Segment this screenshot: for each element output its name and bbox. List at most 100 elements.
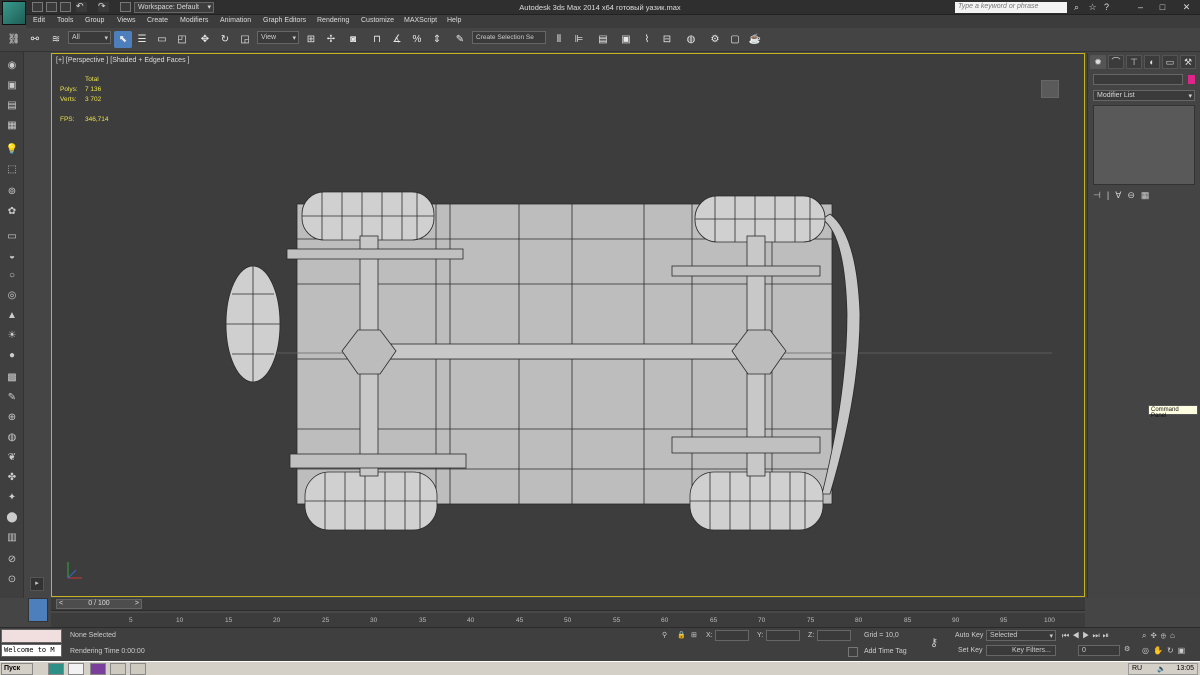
speaker-icon[interactable]: 🔈: [1157, 665, 1166, 673]
menu-create[interactable]: Create: [147, 17, 168, 24]
3dsmax-task-icon[interactable]: [48, 663, 64, 675]
rect-selection-icon[interactable]: ▭: [153, 31, 171, 48]
select-manipulate-icon[interactable]: ✢: [322, 31, 340, 48]
render-setup-icon[interactable]: ⚙: [706, 31, 724, 48]
menu-graph-editors[interactable]: Graph Editors: [263, 17, 306, 24]
binoculars-icon[interactable]: ⌕: [1070, 2, 1083, 13]
undo-icon[interactable]: ↶: [76, 2, 87, 12]
object-color-swatch[interactable]: [1187, 74, 1196, 85]
mirror-icon[interactable]: ⫴: [550, 31, 568, 48]
geosphere-icon[interactable]: ●: [4, 348, 20, 363]
cone-icon[interactable]: ◒: [4, 249, 20, 264]
sun-icon[interactable]: ☀: [4, 328, 20, 343]
pivot-center-icon[interactable]: ⊞: [302, 31, 320, 48]
toolbar-icon-24[interactable]: ▥: [4, 530, 20, 545]
track-bar[interactable]: 5 10 15 20 25 30 35 40 45 50 55 60 65 70…: [51, 610, 1085, 627]
menu-tools[interactable]: Tools: [57, 17, 73, 24]
key-icon[interactable]: ⚷: [930, 636, 938, 649]
make-unique-icon[interactable]: ∀: [1115, 190, 1121, 204]
toolbar-icon-1[interactable]: ◉: [4, 58, 20, 73]
align-icon[interactable]: ⊫: [570, 31, 588, 48]
time-slider[interactable]: < 0 / 100 >: [51, 598, 1085, 610]
remove-modifier-icon[interactable]: ⊖: [1127, 190, 1135, 204]
new-file-icon[interactable]: [32, 2, 43, 12]
box-icon[interactable]: ▭: [4, 229, 20, 244]
schematic-view-icon[interactable]: ⊟: [658, 31, 676, 48]
edit-named-selection-icon[interactable]: ✎: [451, 31, 469, 48]
maxscript-listener-input[interactable]: [1, 629, 62, 643]
curve-editor-icon[interactable]: ⌇: [638, 31, 656, 48]
select-by-name-icon[interactable]: ☰: [133, 31, 151, 48]
show-end-result-icon[interactable]: |: [1107, 190, 1109, 204]
language-indicator[interactable]: RU: [1132, 665, 1142, 672]
keyboard-shortcut-icon[interactable]: ◙: [344, 31, 362, 48]
toolbar-icon-4[interactable]: ▦: [4, 118, 20, 133]
toolbar-icon-2[interactable]: ▣: [4, 78, 20, 93]
modify-tab-icon[interactable]: ⌒: [1108, 55, 1124, 69]
toolbar-icon-26[interactable]: ⊙: [4, 572, 20, 587]
browser-task-icon[interactable]: [68, 663, 84, 675]
perspective-viewport[interactable]: [+] [Perspective ] [Shaded + Edged Faces…: [51, 53, 1085, 597]
modifier-list-dropdown[interactable]: Modifier List ▾: [1093, 90, 1195, 101]
image-task-icon[interactable]: [130, 663, 146, 675]
create-tab-icon[interactable]: ✹: [1090, 55, 1106, 69]
window-task-icon[interactable]: [110, 663, 126, 675]
sphere-icon[interactable]: ○: [4, 268, 20, 283]
star-icon[interactable]: ☆: [1086, 2, 1099, 13]
angle-snap-icon[interactable]: ∡: [388, 31, 406, 48]
menu-customize[interactable]: Customize: [361, 17, 394, 24]
save-file-icon[interactable]: [60, 2, 71, 12]
viewport-nav-controls[interactable]: ⌕✥⊕⌂: [1142, 631, 1179, 641]
auto-key-button[interactable]: Auto Key: [955, 632, 983, 639]
globe-icon[interactable]: ◍: [4, 430, 20, 445]
leaf-icon[interactable]: ❦: [4, 450, 20, 465]
named-selection-dropdown[interactable]: Create Selection Se: [472, 31, 546, 44]
selection-filter-dropdown[interactable]: All ▾: [68, 31, 111, 44]
next-frame-icon[interactable]: >: [135, 600, 139, 607]
menu-help[interactable]: Help: [447, 17, 461, 24]
app-task-icon[interactable]: [90, 663, 106, 675]
app-logo-icon[interactable]: [2, 1, 26, 25]
material-editor-icon[interactable]: ◍: [682, 31, 700, 48]
z-coordinate-field[interactable]: [817, 630, 851, 641]
snaps-toggle-icon[interactable]: ⊓: [368, 31, 386, 48]
current-frame-field[interactable]: 0: [1078, 645, 1120, 656]
prev-frame-icon[interactable]: <: [59, 600, 63, 607]
object-name-field[interactable]: [1093, 74, 1183, 85]
toolbar-icon-21[interactable]: ✤: [4, 470, 20, 485]
rotate-icon[interactable]: ↻: [216, 31, 234, 48]
viewport-nav-controls-2[interactable]: ◎✋↻▣: [1142, 646, 1189, 655]
render-teapot-icon[interactable]: ☕: [746, 31, 764, 48]
torus-icon[interactable]: ◎: [4, 288, 20, 303]
minimize-icon[interactable]: –: [1134, 2, 1147, 13]
reference-coord-dropdown[interactable]: View ▾: [257, 31, 299, 44]
menu-views[interactable]: Views: [117, 17, 136, 24]
time-tag-icon[interactable]: [848, 647, 858, 657]
menu-group[interactable]: Group: [85, 17, 104, 24]
hierarchy-tab-icon[interactable]: ⊤: [1126, 55, 1142, 69]
workspace-dropdown[interactable]: Workspace: Default ▾: [134, 2, 214, 13]
menu-rendering[interactable]: Rendering: [317, 17, 349, 24]
modifier-stack[interactable]: [1093, 105, 1195, 185]
close-icon[interactable]: ✕: [1180, 2, 1193, 13]
playback-controls[interactable]: ⏮◀▶⏭⏯: [1062, 631, 1112, 641]
layer-manager-icon[interactable]: ▤: [594, 31, 612, 48]
paint-icon[interactable]: ✎: [4, 390, 20, 405]
window-crossing-icon[interactable]: ◰: [173, 31, 191, 48]
configure-sets-icon[interactable]: ▦: [1141, 190, 1150, 204]
pyramid-icon[interactable]: ▲: [4, 308, 20, 323]
grid-icon[interactable]: ▩: [4, 370, 20, 385]
lock-selection-icon[interactable]: 🔒: [677, 631, 686, 639]
add-time-tag[interactable]: Add Time Tag: [864, 648, 907, 655]
graphite-ribbon-icon[interactable]: ▣: [617, 31, 635, 48]
select-object-icon[interactable]: ⬉: [114, 31, 132, 48]
menu-maxscript[interactable]: MAXScript: [404, 17, 437, 24]
percent-snap-icon[interactable]: %: [408, 31, 426, 48]
help-icon[interactable]: ?: [1100, 2, 1113, 13]
toolbar-icon-8[interactable]: ✿: [4, 204, 20, 219]
rendered-frame-icon[interactable]: ▢: [726, 31, 744, 48]
redo-icon[interactable]: ↷: [98, 2, 109, 12]
x-coordinate-field[interactable]: [715, 630, 749, 641]
display-tab-icon[interactable]: ▭: [1162, 55, 1178, 69]
bind-space-warp-icon[interactable]: ≋: [47, 31, 65, 48]
